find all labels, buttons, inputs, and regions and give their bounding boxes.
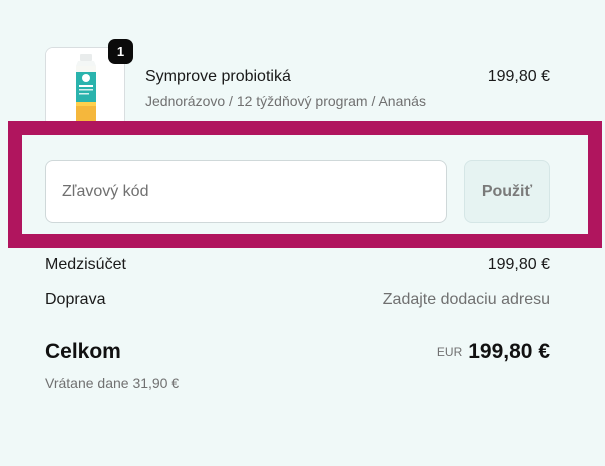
tax-note: Vrátane dane 31,90 € bbox=[45, 375, 180, 391]
cart-line-item: 1 Symprove probiotiká Jednorázovo / 12 t… bbox=[45, 39, 550, 127]
quantity-badge: 1 bbox=[108, 39, 133, 64]
total-value: EUR 199,80 € bbox=[437, 340, 550, 364]
shipping-label: Doprava bbox=[45, 291, 106, 308]
total-label: Celkom bbox=[45, 340, 121, 363]
product-variant: Jednorázovo / 12 týždňový program / Anan… bbox=[145, 93, 426, 109]
subtotal-label: Medzisúčet bbox=[45, 256, 126, 273]
discount-code-input[interactable] bbox=[45, 160, 447, 223]
currency-code: EUR bbox=[436, 345, 463, 359]
subtotal-value: 199,80 € bbox=[487, 256, 550, 273]
product-name: Symprove probiotiká bbox=[145, 68, 291, 85]
total-amount: 199,80 € bbox=[468, 340, 550, 363]
product-price: 199,80 € bbox=[487, 68, 550, 85]
apply-discount-button[interactable]: Použiť bbox=[464, 160, 550, 223]
shipping-value: Zadajte dodaciu adresu bbox=[382, 291, 550, 308]
